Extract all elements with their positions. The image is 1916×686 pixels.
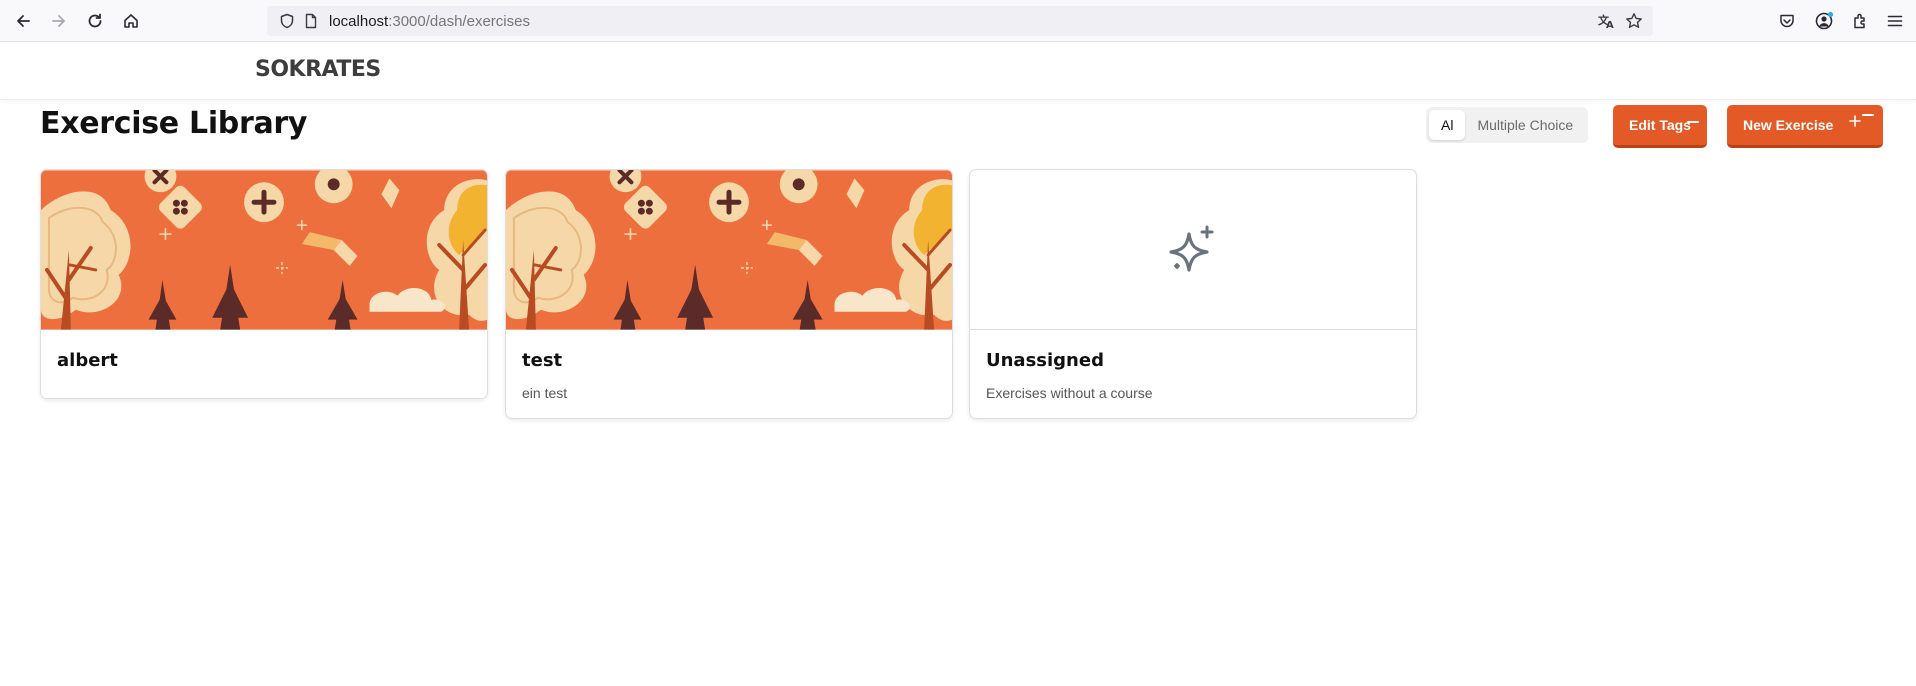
- svg-text:A: A: [1606, 20, 1614, 30]
- forward-arrow-icon[interactable]: [47, 9, 71, 33]
- sokrates-logo[interactable]: SOKRATES: [255, 57, 381, 82]
- page-icon[interactable]: [299, 9, 323, 33]
- card-title: Unassigned: [986, 350, 1104, 371]
- exercise-card-test[interactable]: test ein test: [505, 169, 953, 419]
- shield-icon[interactable]: [275, 9, 299, 33]
- card-title: albert: [57, 350, 118, 371]
- browser-toolbar: localhost:3000/dash/exercises 文A: [0, 0, 1916, 42]
- url-bar[interactable]: localhost:3000/dash/exercises 文A: [267, 6, 1653, 36]
- filter-option-all[interactable]: Al: [1429, 110, 1466, 140]
- menu-icon[interactable]: [1883, 9, 1907, 33]
- home-icon[interactable]: [119, 9, 143, 33]
- new-exercise-label: New Exercise: [1743, 117, 1834, 133]
- edit-tags-label: Edit Tags: [1629, 117, 1691, 133]
- plus-icon: [1849, 113, 1875, 130]
- autumn-illustration: [41, 170, 487, 330]
- card-description: Exercises without a course: [986, 385, 1153, 401]
- edit-tags-button[interactable]: Edit Tags: [1613, 105, 1707, 148]
- filter-option-multiple-choice[interactable]: Multiple Choice: [1465, 110, 1585, 140]
- new-exercise-button[interactable]: New Exercise: [1727, 105, 1883, 148]
- card-description: ein test: [522, 385, 568, 401]
- translate-icon[interactable]: 文A: [1594, 9, 1618, 33]
- exercise-type-filter: Al Multiple Choice: [1426, 107, 1589, 143]
- exercise-card-albert[interactable]: albert: [40, 169, 488, 399]
- back-arrow-icon[interactable]: [11, 9, 35, 33]
- sparkle-icon: [1169, 225, 1214, 272]
- reload-icon[interactable]: [83, 9, 107, 33]
- app-header: SOKRATES: [0, 42, 1916, 100]
- minus-icon: [1687, 113, 1699, 129]
- star-icon[interactable]: [1622, 9, 1646, 33]
- pocket-icon[interactable]: [1775, 9, 1799, 33]
- autumn-illustration: [506, 170, 952, 330]
- url-text[interactable]: localhost:3000/dash/exercises: [329, 13, 530, 30]
- extensions-icon[interactable]: [1848, 9, 1872, 33]
- card-title: test: [522, 350, 563, 371]
- account-icon[interactable]: [1812, 9, 1836, 33]
- card-image-placeholder: [970, 170, 1416, 330]
- exercise-card-unassigned[interactable]: Unassigned Exercises without a course: [969, 169, 1417, 419]
- page-title: Exercise Library: [40, 106, 308, 141]
